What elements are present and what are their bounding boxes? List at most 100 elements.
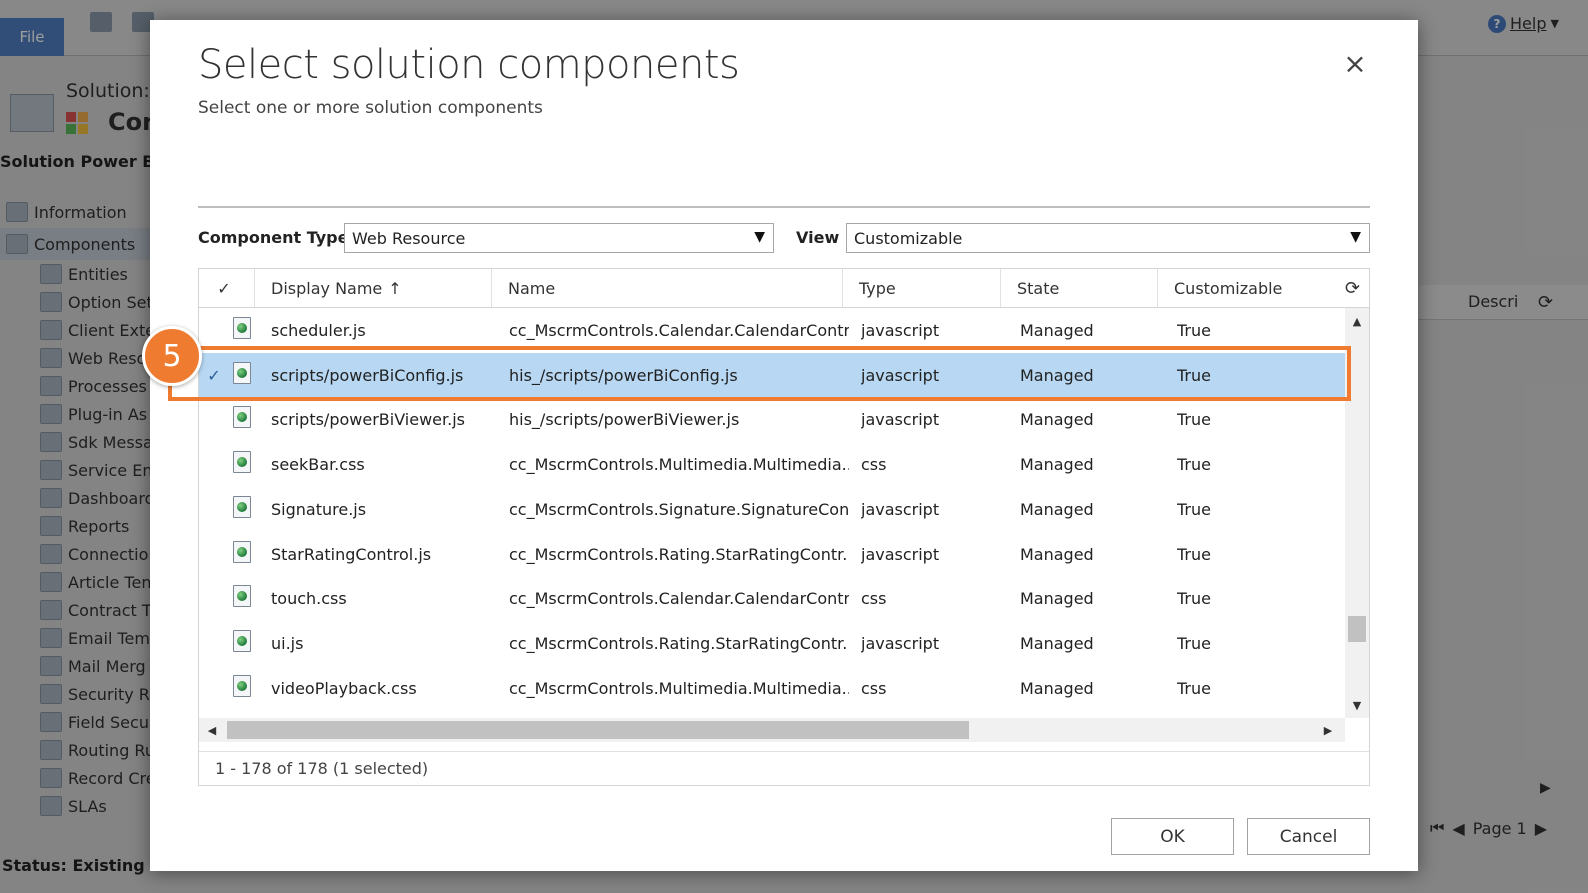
sort-up-icon: ↑ — [388, 278, 402, 298]
cell-customizable: True — [1177, 321, 1211, 340]
scroll-down-icon[interactable]: ▼ — [1345, 694, 1369, 716]
row-checkbox[interactable] — [199, 666, 229, 711]
table-row[interactable]: Signature.js cc_MscrmControls.Signature.S… — [199, 487, 1345, 532]
cell-customizable: True — [1177, 410, 1211, 430]
web-resource-file-icon — [233, 629, 251, 652]
view-value: Customizable — [854, 228, 963, 248]
cell-state: Managed — [1020, 410, 1094, 430]
cell-state: Managed — [1020, 499, 1094, 519]
table-row[interactable]: scripts/powerBiViewer.js his_/scripts/pow… — [199, 397, 1345, 442]
horizontal-scroll-thumb[interactable] — [227, 721, 969, 739]
cell-customizable: True — [1177, 499, 1211, 519]
cancel-button[interactable]: Cancel — [1247, 818, 1370, 855]
horizontal-scrollbar[interactable]: ◀ ▶ — [199, 718, 1345, 742]
ok-button[interactable]: OK — [1111, 818, 1234, 855]
cell-name: cc_MscrmControls.Rating.StarRatingContr.… — [509, 544, 849, 564]
table-row[interactable]: videoPlayback.css cc_MscrmControls.Multim… — [199, 666, 1345, 711]
vertical-scrollbar[interactable]: ▲ ▼ — [1345, 308, 1369, 718]
table-row[interactable]: ✓ scripts/powerBiConfig.js his_/scripts/po… — [199, 352, 1345, 398]
component-type-label: Component Type — [198, 228, 349, 247]
table-row[interactable]: touch.css cc_MscrmControls.Calendar.Calen… — [199, 576, 1345, 621]
cell-name: cc_MscrmControls.Rating.StarRatingContr.… — [509, 633, 849, 653]
vertical-scroll-thumb[interactable] — [1348, 616, 1366, 642]
column-display-name-label: Display Name — [271, 278, 383, 298]
grid-rows: scheduler.js cc_MscrmControls.Calendar.Ca… — [199, 308, 1345, 718]
cell-customizable: True — [1177, 544, 1211, 564]
cell-display-name: videoPlayback.css — [271, 678, 417, 698]
row-checkbox[interactable] — [199, 576, 229, 621]
web-resource-file-icon — [233, 540, 251, 563]
grid-footer-count: 1 - 178 of 178 (1 selected) — [199, 751, 1369, 785]
step-number-badge: 5 — [142, 326, 202, 386]
close-icon[interactable]: × — [1340, 47, 1370, 80]
cell-type: javascript — [861, 544, 940, 564]
table-row[interactable]: scheduler.js cc_MscrmControls.Calendar.Ca… — [199, 308, 1345, 353]
row-checkbox[interactable] — [199, 487, 229, 532]
web-resource-file-icon — [233, 674, 251, 697]
select-components-dialog: Select solution components Select one or… — [150, 20, 1418, 871]
row-checkbox[interactable]: ✓ — [199, 353, 229, 398]
cell-type: javascript — [861, 365, 940, 385]
scroll-up-icon[interactable]: ▲ — [1345, 310, 1369, 332]
web-resource-file-icon — [233, 317, 251, 339]
web-resource-file-icon — [233, 585, 251, 608]
cell-state: Managed — [1020, 589, 1094, 609]
component-type-value: Web Resource — [352, 228, 466, 248]
cell-state: Managed — [1020, 365, 1094, 385]
table-row[interactable]: ui.js cc_MscrmControls.Rating.StarRatingC… — [199, 621, 1345, 666]
cell-name: cc_MscrmControls.Signature.SignatureCon.… — [509, 499, 849, 519]
scroll-left-icon[interactable]: ◀ — [201, 718, 223, 742]
web-resource-file-icon — [233, 361, 251, 384]
view-select[interactable]: Customizable ▼ — [846, 223, 1370, 253]
table-row[interactable]: seekBar.css cc_MscrmControls.Multimedia.M… — [199, 442, 1345, 487]
cell-customizable: True — [1177, 365, 1211, 385]
cell-customizable: True — [1177, 455, 1211, 475]
cell-state: Managed — [1020, 321, 1094, 340]
scroll-right-icon[interactable]: ▶ — [1317, 718, 1339, 742]
cell-customizable: True — [1177, 678, 1211, 698]
cell-name: cc_MscrmControls.Multimedia.Multimedia..… — [509, 678, 849, 698]
refresh-icon[interactable]: ⟳ — [1345, 278, 1360, 299]
column-state[interactable]: State — [1000, 269, 1157, 307]
cell-type: javascript — [861, 499, 940, 519]
column-name[interactable]: Name — [491, 269, 842, 307]
view-label: View — [796, 228, 840, 247]
cell-display-name: scheduler.js — [271, 321, 366, 340]
cell-display-name: seekBar.css — [271, 455, 365, 475]
select-all-checkbox[interactable]: ✓ — [199, 269, 249, 307]
component-type-select[interactable]: Web Resource ▼ — [344, 223, 774, 253]
row-checkbox[interactable] — [199, 308, 229, 353]
dialog-title: Select solution components — [198, 42, 740, 88]
dropdown-caret-icon: ▼ — [754, 229, 765, 245]
web-resource-file-icon — [233, 495, 251, 518]
cell-type: javascript — [861, 321, 940, 340]
row-checkbox[interactable] — [199, 532, 229, 577]
column-display-name[interactable]: Display Name ↑ — [254, 269, 491, 307]
web-resource-file-icon — [233, 451, 251, 474]
dialog-subtitle: Select one or more solution components — [198, 98, 543, 118]
cell-display-name: scripts/powerBiViewer.js — [271, 410, 465, 430]
cell-display-name: ui.js — [271, 633, 304, 653]
cell-name: cc_MscrmControls.Calendar.CalendarContr.… — [509, 321, 849, 340]
table-row[interactable]: StarRatingControl.js cc_MscrmControls.Rat… — [199, 532, 1345, 577]
components-grid: ✓ Display Name ↑ Name Type State Customi… — [198, 268, 1370, 786]
cell-type: css — [861, 455, 887, 475]
cell-customizable: True — [1177, 589, 1211, 609]
dropdown-caret-icon: ▼ — [1350, 229, 1361, 245]
cell-name: his_/scripts/powerBiViewer.js — [509, 410, 740, 430]
cell-state: Managed — [1020, 455, 1094, 475]
cell-display-name: scripts/powerBiConfig.js — [271, 365, 464, 385]
row-checkbox[interactable] — [199, 621, 229, 666]
row-checkbox[interactable] — [199, 442, 229, 487]
grid-header: ✓ Display Name ↑ Name Type State Customi… — [199, 269, 1369, 308]
cell-display-name: touch.css — [271, 589, 347, 609]
divider — [198, 206, 1370, 208]
row-checkbox[interactable] — [199, 397, 229, 442]
cell-name: cc_MscrmControls.Multimedia.Multimedia..… — [509, 455, 849, 475]
cell-state: Managed — [1020, 544, 1094, 564]
cell-type: css — [861, 589, 887, 609]
column-type[interactable]: Type — [842, 269, 1000, 307]
cell-type: javascript — [861, 633, 940, 653]
column-customizable[interactable]: Customizable — [1157, 269, 1314, 307]
cell-display-name: StarRatingControl.js — [271, 544, 432, 564]
